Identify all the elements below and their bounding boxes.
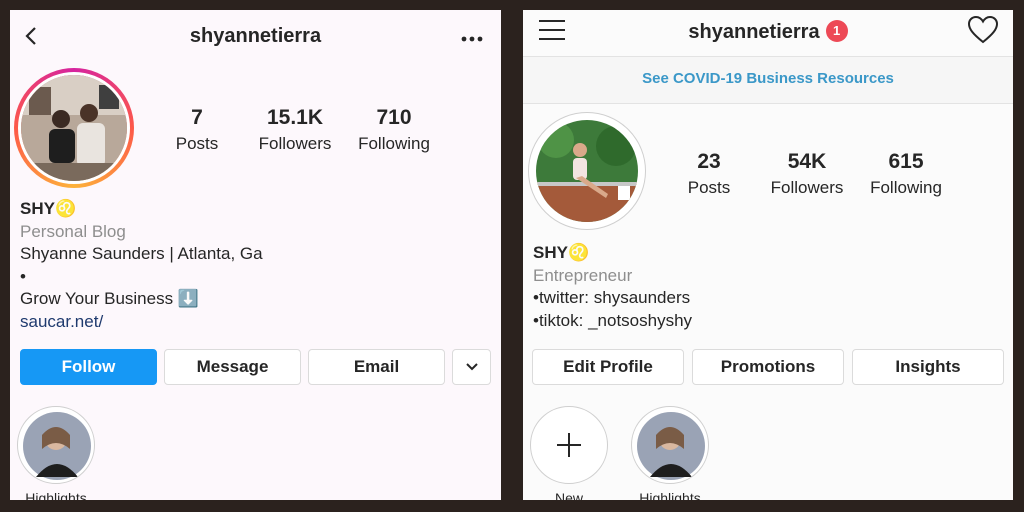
stat-label: Following	[870, 178, 942, 197]
stat-posts: 23 Posts	[654, 150, 764, 198]
notification-badge: 1	[825, 20, 848, 42]
more-dots-icon[interactable]	[461, 36, 483, 42]
avatar-photo	[21, 75, 127, 181]
top-bar: shyannetierra 1	[523, 10, 1013, 60]
bio-line: •tiktok: _notsoshyshy	[533, 310, 693, 330]
bio-line: Grow Your Business ⬇️	[20, 289, 199, 308]
stat-label: Posts	[687, 178, 731, 197]
bio-line: Shyanne Saunders | Atlanta, Ga	[20, 244, 263, 263]
new-highlight-circle	[530, 406, 608, 484]
bio-line: •	[20, 266, 26, 286]
profile-username: shyannetierra	[189, 25, 322, 47]
highlight-label: Highlights	[639, 490, 701, 500]
stat-label: Posts	[175, 134, 219, 153]
highlight-label: Highlights	[25, 490, 87, 500]
highlight-label: New	[554, 490, 583, 500]
plus-icon	[557, 433, 581, 457]
new-highlight-item[interactable]: New	[523, 406, 617, 500]
highlight-photo	[637, 412, 705, 480]
insights-button[interactable]: Insights	[852, 349, 1004, 385]
highlight-item[interactable]: Highlights	[10, 406, 104, 500]
stat-following[interactable]: 615 Following	[851, 150, 961, 198]
heart-icon[interactable]	[967, 16, 999, 44]
website-link[interactable]: saucar.net/	[20, 311, 263, 334]
covid-resources-banner[interactable]: See COVID-19 Business Resources	[523, 56, 1013, 104]
stat-followers[interactable]: 54K Followers	[752, 150, 862, 198]
category-label: Entrepreneur	[533, 265, 633, 285]
display-name: SHY♌	[20, 199, 77, 218]
follow-button[interactable]: Follow	[20, 349, 157, 385]
message-button[interactable]: Message	[164, 349, 301, 385]
chevron-down-icon	[465, 363, 478, 371]
stat-value: 710	[376, 106, 412, 129]
edit-profile-button[interactable]: Edit Profile	[532, 349, 684, 385]
stat-label: Following	[358, 134, 430, 153]
category-label: Personal Blog	[20, 221, 126, 241]
highlight-cover	[631, 406, 709, 484]
email-button[interactable]: Email	[308, 349, 445, 385]
profile-bio: SHY♌ Personal Blog Shyanne Saunders | At…	[20, 198, 263, 333]
avatar-story-ring[interactable]	[14, 68, 134, 188]
bio-line: •twitter: shysaunders	[533, 288, 691, 307]
visitor-profile-panel: shyannetierra 7 Posts 15.1K Followers 71…	[10, 10, 501, 500]
stat-value: 54K	[787, 150, 827, 173]
highlight-item[interactable]: Highlights	[622, 406, 718, 500]
owner-profile-panel: shyannetierra 1 See COVID-19 Business Res…	[523, 10, 1013, 500]
highlight-photo	[23, 412, 91, 480]
profile-username: shyannetierra	[688, 21, 820, 43]
promotions-button[interactable]: Promotions	[692, 349, 844, 385]
stat-value: 615	[888, 150, 924, 173]
stat-label: Followers	[770, 178, 844, 197]
top-bar: shyannetierra	[10, 10, 501, 60]
avatar-ring[interactable]	[528, 112, 646, 230]
avatar	[18, 72, 130, 184]
stat-followers[interactable]: 15.1K Followers	[240, 106, 350, 154]
stat-value: 15.1K	[266, 106, 324, 129]
stat-value: 7	[191, 106, 203, 129]
suggested-dropdown-button[interactable]	[452, 349, 491, 385]
highlight-cover	[17, 406, 95, 484]
stat-value: 23	[697, 150, 721, 173]
display-name: SHY♌	[533, 243, 590, 262]
stat-label: Followers	[258, 134, 332, 153]
stat-following[interactable]: 710 Following	[339, 106, 449, 154]
stat-posts: 7 Posts	[142, 106, 252, 154]
avatar-photo	[536, 120, 638, 222]
profile-username-switcher[interactable]: shyannetierra 1	[523, 20, 1013, 44]
profile-bio: SHY♌ Entrepreneur •twitter: shysaunders …	[533, 242, 692, 332]
avatar	[533, 117, 641, 225]
